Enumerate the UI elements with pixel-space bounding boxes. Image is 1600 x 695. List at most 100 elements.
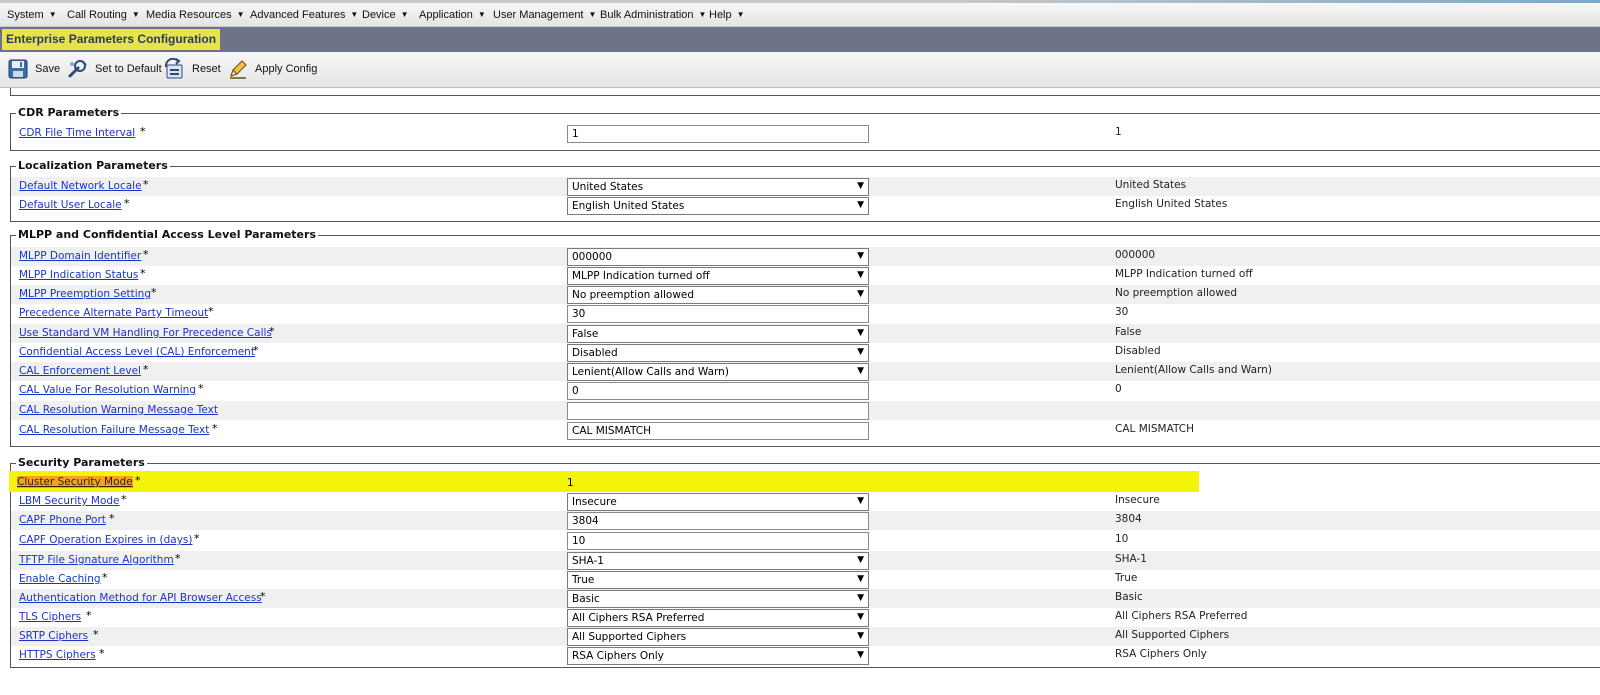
param-label[interactable]: Precedence Alternate Party Timeout bbox=[19, 307, 208, 319]
param-label[interactable]: CAL Enforcement Level bbox=[19, 365, 141, 377]
use-standard-vm-handling-select[interactable]: False ▼ bbox=[567, 325, 869, 343]
menu-label: Device bbox=[362, 9, 396, 21]
menu-user-management[interactable]: User Management ▼ bbox=[493, 9, 596, 21]
cal-enforcement-select[interactable]: Disabled ▼ bbox=[567, 344, 869, 362]
capf-phone-port-input[interactable]: 3804 bbox=[567, 512, 869, 530]
param-label[interactable]: CAL Resolution Failure Message Text bbox=[19, 424, 209, 436]
param-row-tls-ciphers: TLS Ciphers * All Ciphers RSA Preferred ▼ … bbox=[11, 608, 1600, 627]
dropdown-arrow-icon: ▼ bbox=[857, 181, 864, 191]
parameters-content[interactable]: CDR Parameters CDR File Time Interval * 1… bbox=[0, 88, 1600, 695]
save-label: Save bbox=[35, 63, 61, 75]
mlpp-indication-status-select[interactable]: MLPP Indication turned off ▼ bbox=[567, 267, 869, 285]
select-value: 000000 bbox=[572, 251, 613, 263]
chevron-down-icon: ▼ bbox=[48, 10, 57, 19]
param-label[interactable]: TFTP File Signature Algorithm bbox=[19, 554, 174, 566]
toolbar: Save Set to Default Reset Apply Config bbox=[0, 52, 1600, 88]
menu-bulk-administration[interactable]: Bulk Administration ▼ bbox=[600, 9, 706, 21]
dropdown-arrow-icon: ▼ bbox=[857, 347, 864, 357]
param-label[interactable]: Authentication Method for API Browser Ac… bbox=[19, 592, 262, 604]
section-legend: CDR Parameters bbox=[16, 106, 122, 119]
param-label[interactable]: CAPF Phone Port bbox=[19, 514, 106, 526]
param-label[interactable]: HTTPS Ciphers bbox=[19, 649, 96, 661]
cdr-file-time-interval-input[interactable]: 1 bbox=[567, 125, 869, 143]
param-row-authentication-method-api-browser: Authentication Method for API Browser Ac… bbox=[11, 589, 1600, 608]
menu-application[interactable]: Application ▼ bbox=[419, 9, 486, 21]
cal-value-for-resolution-warning-input[interactable]: 0 bbox=[567, 382, 869, 400]
dropdown-arrow-icon: ▼ bbox=[857, 366, 864, 376]
menu-call-routing[interactable]: Call Routing ▼ bbox=[67, 9, 140, 21]
required-marker: * bbox=[269, 325, 275, 338]
https-ciphers-select[interactable]: RSA Ciphers Only ▼ bbox=[567, 647, 869, 665]
default-network-locale-select[interactable]: United States ▼ bbox=[567, 178, 869, 196]
required-marker: * bbox=[143, 363, 149, 376]
default-user-locale-select[interactable]: English United States ▼ bbox=[567, 197, 869, 215]
select-value: MLPP Indication turned off bbox=[572, 270, 710, 282]
param-label[interactable]: LBM Security Mode bbox=[19, 495, 120, 507]
section-legend: MLPP and Confidential Access Level Param… bbox=[16, 228, 318, 241]
default-value: English United States bbox=[1115, 198, 1228, 210]
param-label[interactable]: MLPP Indication Status bbox=[19, 269, 138, 281]
param-label[interactable]: Confidential Access Level (CAL) Enforcem… bbox=[19, 346, 255, 358]
menu-media-resources[interactable]: Media Resources ▼ bbox=[146, 9, 245, 21]
default-value: No preemption allowed bbox=[1115, 287, 1238, 299]
select-value: No preemption allowed bbox=[572, 289, 695, 301]
param-label[interactable]: Enable Caching bbox=[19, 573, 101, 585]
required-marker: * bbox=[124, 197, 130, 210]
default-value: Disabled bbox=[1115, 345, 1161, 357]
chevron-down-icon: ▼ bbox=[477, 10, 486, 19]
select-value: Disabled bbox=[572, 347, 618, 359]
menu-advanced-features[interactable]: Advanced Features ▼ bbox=[250, 9, 358, 21]
dropdown-arrow-icon: ▼ bbox=[857, 555, 864, 565]
param-label[interactable]: MLPP Preemption Setting bbox=[19, 288, 151, 300]
param-label[interactable]: SRTP Ciphers bbox=[19, 630, 88, 642]
required-marker: * bbox=[194, 532, 200, 545]
set-to-default-button[interactable]: Set to Default bbox=[66, 58, 162, 80]
srtp-ciphers-select[interactable]: All Supported Ciphers ▼ bbox=[567, 628, 869, 646]
param-label[interactable]: CDR File Time Interval bbox=[19, 127, 135, 139]
capf-operation-expires-input[interactable]: 10 bbox=[567, 532, 869, 550]
menu-label: Call Routing bbox=[67, 9, 127, 21]
tftp-file-signature-algorithm-select[interactable]: SHA-1 ▼ bbox=[567, 552, 869, 570]
lbm-security-mode-select[interactable]: Insecure ▼ bbox=[567, 493, 869, 511]
required-marker: * bbox=[151, 286, 157, 299]
param-label[interactable]: Cluster Security Mode bbox=[17, 476, 133, 488]
menu-help[interactable]: Help ▼ bbox=[709, 9, 745, 21]
dropdown-arrow-icon: ▼ bbox=[857, 270, 864, 280]
mlpp-preemption-setting-select[interactable]: No preemption allowed ▼ bbox=[567, 286, 869, 304]
param-label[interactable]: Default User Locale bbox=[19, 199, 122, 211]
param-label[interactable]: CAPF Operation Expires in (days) bbox=[19, 534, 193, 546]
menu-system[interactable]: System ▼ bbox=[7, 9, 57, 21]
param-row-use-standard-vm-handling: Use Standard VM Handling For Precedence … bbox=[11, 324, 1600, 343]
param-label[interactable]: CAL Resolution Warning Message Text bbox=[19, 404, 218, 416]
reset-button[interactable]: Reset bbox=[163, 58, 221, 80]
apply-config-button[interactable]: Apply Config bbox=[228, 58, 317, 80]
reset-label: Reset bbox=[192, 63, 221, 75]
dropdown-arrow-icon: ▼ bbox=[857, 593, 864, 603]
cal-resolution-failure-message-input[interactable]: CAL MISMATCH bbox=[567, 422, 869, 440]
cal-enforcement-level-select[interactable]: Lenient(Allow Calls and Warn) ▼ bbox=[567, 363, 869, 381]
save-button[interactable]: Save bbox=[8, 58, 60, 80]
mlpp-domain-identifier-select[interactable]: 000000 ▼ bbox=[567, 248, 869, 266]
tls-ciphers-select[interactable]: All Ciphers RSA Preferred ▼ bbox=[567, 609, 869, 627]
cal-resolution-warning-message-input[interactable] bbox=[567, 402, 869, 420]
authentication-method-select[interactable]: Basic ▼ bbox=[567, 590, 869, 608]
chevron-down-icon: ▼ bbox=[588, 10, 597, 19]
precedence-alternate-party-timeout-input[interactable]: 30 bbox=[567, 305, 869, 323]
chevron-down-icon: ▼ bbox=[736, 10, 745, 19]
menu-label: Advanced Features bbox=[250, 9, 346, 21]
enable-caching-select[interactable]: True ▼ bbox=[567, 571, 869, 589]
param-label[interactable]: CAL Value For Resolution Warning bbox=[19, 384, 196, 396]
param-label[interactable]: MLPP Domain Identifier bbox=[19, 250, 141, 262]
param-label[interactable]: Use Standard VM Handling For Precedence … bbox=[19, 327, 272, 339]
param-label[interactable]: Default Network Locale bbox=[19, 180, 142, 192]
menu-device[interactable]: Device ▼ bbox=[362, 9, 409, 21]
chevron-down-icon: ▼ bbox=[350, 10, 359, 19]
select-value: Lenient(Allow Calls and Warn) bbox=[572, 366, 729, 378]
dropdown-arrow-icon: ▼ bbox=[857, 496, 864, 506]
required-marker: * bbox=[208, 305, 214, 318]
select-value: RSA Ciphers Only bbox=[572, 650, 664, 662]
param-label[interactable]: TLS Ciphers bbox=[19, 611, 81, 623]
chevron-down-icon: ▼ bbox=[400, 10, 409, 19]
param-row-cal-resolution-failure-message: CAL Resolution Failure Message Text * CAL… bbox=[11, 421, 1600, 440]
menu-label: Application bbox=[419, 9, 473, 21]
